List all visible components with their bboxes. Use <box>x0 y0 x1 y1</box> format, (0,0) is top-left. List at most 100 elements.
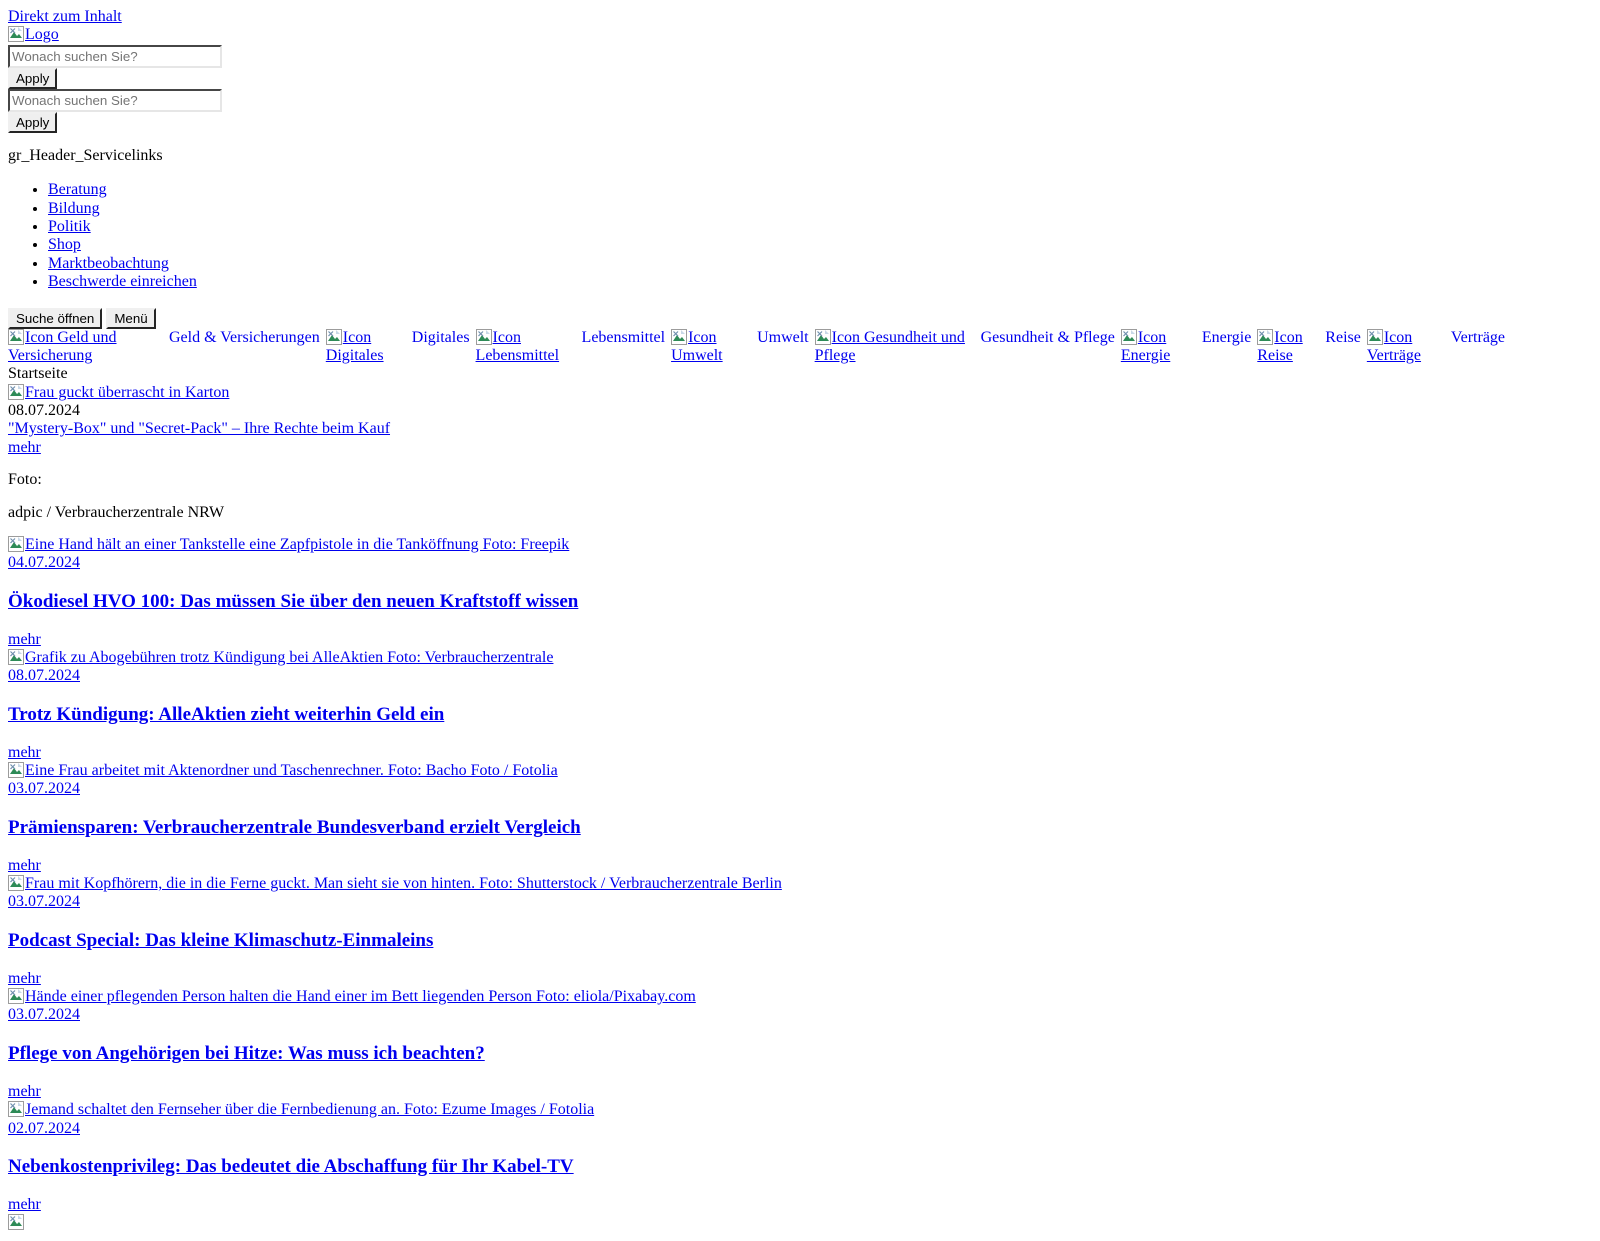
teaser-title-link[interactable]: Prämiensparen: Verbraucherzentrale Bunde… <box>8 817 581 838</box>
teaser-image-alt-text[interactable]: Frau mit Kopfhörern, die in die Ferne gu… <box>25 875 782 892</box>
teaser-image-alt-text[interactable]: Jemand schaltet den Fernseher über die F… <box>25 1101 594 1118</box>
logo-broken-image[interactable]: Logo <box>8 26 59 43</box>
teaser-image-row-clipped[interactable] <box>8 1214 1592 1232</box>
teaser-item: Hände einer pflegenden Person halten die… <box>8 988 1592 1101</box>
servicelinks-list: Beratung Bildung Politik Shop Marktbeoba… <box>8 181 1592 291</box>
teaser-image-row[interactable]: Eine Hand hält an einer Tankstelle eine … <box>8 536 1592 554</box>
nav-label-digitales[interactable]: Digitales <box>412 329 470 347</box>
teaser-more-row: mehr <box>8 631 1592 649</box>
teaser-image-row[interactable]: Grafik zu Abogebühren trotz Kündigung be… <box>8 649 1592 667</box>
teaser-image-row[interactable]: Hände einer pflegenden Person halten die… <box>8 988 1592 1006</box>
teaser-more-link[interactable]: mehr <box>8 1083 41 1100</box>
teaser-date[interactable]: 03.07.2024 <box>8 893 80 910</box>
teaser-date-row: 04.07.2024 <box>8 554 1592 572</box>
teaser-image-row[interactable]: Jemand schaltet den Fernseher über die F… <box>8 1101 1592 1119</box>
teaser-broken-image[interactable]: Frau mit Kopfhörern, die in die Ferne gu… <box>8 875 782 892</box>
teaser-item: Eine Hand hält an einer Tankstelle eine … <box>8 536 1592 649</box>
servicelink-shop[interactable]: Shop <box>48 236 81 253</box>
nav-item-vertraege[interactable]: Icon Verträge Verträge <box>1366 328 1511 366</box>
nav-label-gesundheit-pflege[interactable]: Gesundheit & Pflege <box>981 329 1115 347</box>
teaser-title-link[interactable]: Ökodiesel HVO 100: Das müssen Sie über d… <box>8 591 578 612</box>
teaser-date[interactable]: 08.07.2024 <box>8 667 80 684</box>
teaser-date[interactable]: 03.07.2024 <box>8 1006 80 1023</box>
nav-label-lebensmittel[interactable]: Lebensmittel <box>582 329 666 347</box>
teaser-more-link[interactable]: mehr <box>8 970 41 987</box>
teaser-image-alt-text[interactable]: Hände einer pflegenden Person halten die… <box>25 988 696 1005</box>
nav-icon-lebensmittel[interactable]: Icon Lebensmittel <box>475 328 576 366</box>
search-input-secondary[interactable] <box>8 88 222 112</box>
nav-item-lebensmittel[interactable]: Icon Lebensmittel Lebensmittel <box>475 328 672 366</box>
teaser-headline: Nebenkostenprivileg: Das bedeutet die Ab… <box>8 1156 1592 1178</box>
servicelink-beratung[interactable]: Beratung <box>48 181 107 198</box>
nav-item-geld-versicherungen[interactable]: Icon Geld und Versicherung Geld & Versic… <box>8 328 326 366</box>
teaser-item: Jemand schaltet den Fernseher über die F… <box>8 1101 1592 1214</box>
teaser-broken-image[interactable] <box>8 1214 25 1231</box>
nav-item-digitales[interactable]: Icon Digitales Digitales <box>325 328 476 366</box>
list-item: Politik <box>48 218 1592 236</box>
search-input[interactable] <box>8 44 222 68</box>
hero-image-alt-text[interactable]: Frau guckt überrascht in Karton <box>25 384 229 401</box>
nav-icon-alt-text[interactable]: Icon Geld und Versicherung <box>8 329 117 364</box>
teaser-title-link[interactable]: Nebenkostenprivileg: Das bedeutet die Ab… <box>8 1156 574 1177</box>
teaser-broken-image[interactable]: Eine Hand hält an einer Tankstelle eine … <box>8 536 569 553</box>
nav-icon-umwelt[interactable]: Icon Umwelt <box>671 328 751 366</box>
hero-photo-credit: adpic / Verbraucherzentrale NRW <box>8 503 225 521</box>
menu-button[interactable]: Menü <box>106 307 156 329</box>
hero-broken-image[interactable]: Frau guckt überrascht in Karton <box>8 383 229 401</box>
servicelink-marktbeobachtung[interactable]: Marktbeobachtung <box>48 255 169 272</box>
hero-image[interactable]: Frau guckt überrascht in Karton <box>8 383 1592 402</box>
teaser-item: Frau mit Kopfhörern, die in die Ferne gu… <box>8 875 1592 988</box>
search-submit-button[interactable]: Apply <box>8 67 58 89</box>
teaser-broken-image[interactable]: Eine Frau arbeitet mit Aktenordner und T… <box>8 762 558 779</box>
list-item: Bildung <box>48 200 1592 218</box>
nav-label-umwelt[interactable]: Umwelt <box>757 329 809 347</box>
teaser-date[interactable]: 04.07.2024 <box>8 554 80 571</box>
servicelink-politik[interactable]: Politik <box>48 218 91 235</box>
nav-icon-gesundheit-und-pflege[interactable]: Icon Gesundheit und Pflege <box>814 328 975 366</box>
teaser-more-link[interactable]: mehr <box>8 1196 41 1213</box>
list-item: Shop <box>48 236 1592 254</box>
list-item: Marktbeobachtung <box>48 255 1592 273</box>
teaser-more-link[interactable]: mehr <box>8 744 41 761</box>
nav-icon-vertraege[interactable]: Icon Verträge <box>1366 328 1445 366</box>
teaser-broken-image[interactable]: Hände einer pflegenden Person halten die… <box>8 988 696 1005</box>
nav-item-energie[interactable]: Icon Energie Energie <box>1120 328 1257 366</box>
nav-item-umwelt[interactable]: Icon Umwelt Umwelt <box>671 328 815 366</box>
nav-label-energie[interactable]: Energie <box>1202 329 1251 347</box>
teaser-title-link[interactable]: Podcast Special: Das kleine Klimaschutz-… <box>8 930 433 951</box>
nav-icon-alt-text[interactable]: Icon Gesundheit und Pflege <box>815 329 965 364</box>
hero-title-link[interactable]: "Mystery-Box" und "Secret-Pack" – Ihre R… <box>8 420 390 437</box>
teaser-broken-image[interactable]: Grafik zu Abogebühren trotz Kündigung be… <box>8 649 553 666</box>
teaser-title-link[interactable]: Pflege von Angehörigen bei Hitze: Was mu… <box>8 1043 485 1064</box>
skip-to-content-link[interactable]: Direkt zum Inhalt <box>8 8 122 25</box>
teaser-image-alt-text[interactable]: Eine Hand hält an einer Tankstelle eine … <box>25 536 569 553</box>
nav-item-reise[interactable]: Icon Reise Reise <box>1257 328 1367 366</box>
search-toggle-button[interactable]: Suche öffnen <box>8 307 103 329</box>
breadcrumb: Startseite <box>8 365 1592 383</box>
servicelink-bildung[interactable]: Bildung <box>48 200 100 217</box>
teaser-image-alt-text[interactable]: Eine Frau arbeitet mit Aktenordner und T… <box>25 762 558 779</box>
nav-label-vertraege[interactable]: Verträge <box>1451 329 1505 347</box>
teaser-image-row[interactable]: Frau mit Kopfhörern, die in die Ferne gu… <box>8 875 1592 893</box>
logo-alt-text[interactable]: Logo <box>25 26 59 43</box>
nav-icon-geld-und-versicherung[interactable]: Icon Geld und Versicherung <box>8 328 163 366</box>
teaser-more-link[interactable]: mehr <box>8 857 41 874</box>
teaser-image-alt-text[interactable]: Grafik zu Abogebühren trotz Kündigung be… <box>25 649 553 666</box>
nav-item-gesundheit-pflege[interactable]: Icon Gesundheit und Pflege Gesundheit & … <box>814 328 1121 366</box>
nav-label-geld-versicherungen[interactable]: Geld & Versicherungen <box>169 329 320 347</box>
teaser-date[interactable]: 02.07.2024 <box>8 1120 80 1137</box>
teaser-date[interactable]: 03.07.2024 <box>8 780 80 797</box>
broken-image-icon <box>8 762 24 779</box>
nav-icon-energie[interactable]: Icon Energie <box>1120 328 1196 366</box>
nav-icon-reise[interactable]: Icon Reise <box>1257 328 1319 366</box>
teaser-image-row[interactable]: Eine Frau arbeitet mit Aktenordner und T… <box>8 762 1592 780</box>
hero-more-link[interactable]: mehr <box>8 439 41 456</box>
search-submit-button-secondary[interactable]: Apply <box>8 111 58 133</box>
teaser-title-link[interactable]: Trotz Kündigung: AlleAktien zieht weiter… <box>8 704 444 725</box>
teaser-headline: Ökodiesel HVO 100: Das müssen Sie über d… <box>8 591 1592 613</box>
nav-label-reise[interactable]: Reise <box>1325 329 1361 347</box>
teaser-broken-image[interactable]: Jemand schaltet den Fernseher über die F… <box>8 1101 594 1118</box>
nav-icon-digitales[interactable]: Icon Digitales <box>325 328 406 366</box>
teaser-more-link[interactable]: mehr <box>8 631 41 648</box>
servicelink-beschwerde-einreichen[interactable]: Beschwerde einreichen <box>48 273 197 290</box>
